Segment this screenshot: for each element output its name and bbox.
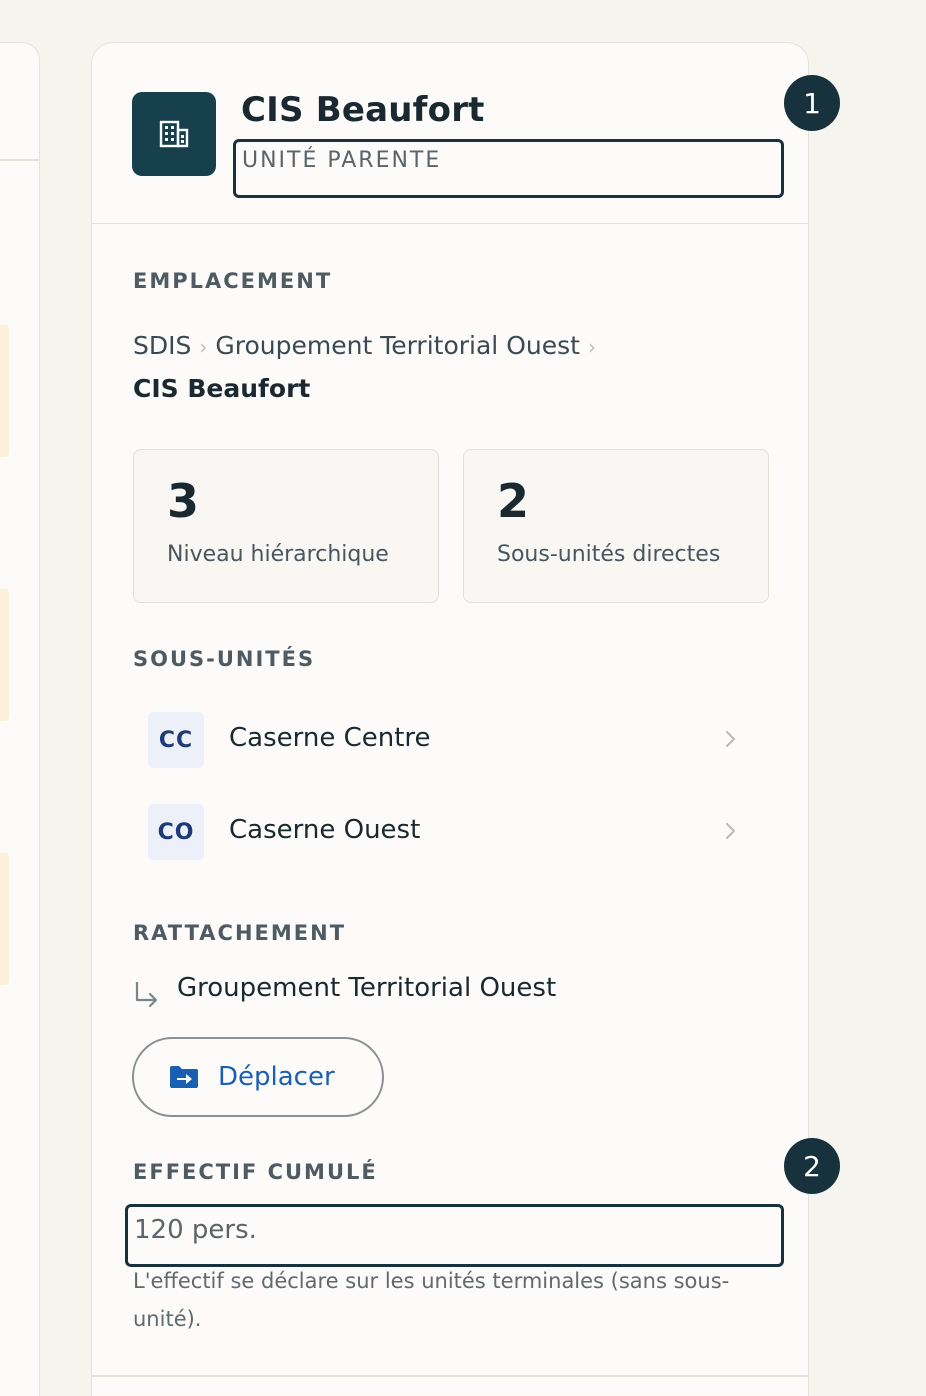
return-arrow-icon bbox=[135, 982, 158, 1008]
subunits-label: SOUS-UNITÉS bbox=[133, 647, 316, 671]
subunit-item-caserne-centre[interactable]: CC Caserne Centre bbox=[148, 712, 748, 768]
attachment-label: RATTACHEMENT bbox=[133, 921, 347, 945]
stat-hierarchy-level: 3 Niveau hiérarchique bbox=[133, 449, 439, 603]
chevron-right-icon: › bbox=[587, 335, 596, 359]
step-badge-2: 2 bbox=[784, 1138, 840, 1194]
step-badge-1: 1 bbox=[784, 75, 840, 131]
subunit-item-caserne-ouest[interactable]: CO Caserne Ouest bbox=[148, 804, 748, 860]
side-panel-marker bbox=[0, 325, 9, 457]
effectif-field[interactable]: 120 pers. bbox=[125, 1204, 784, 1267]
stat-label: Niveau hiérarchique bbox=[167, 542, 389, 567]
folder-move-icon bbox=[170, 1066, 198, 1088]
chevron-right-icon: › bbox=[199, 335, 208, 359]
breadcrumb-item[interactable]: Groupement Territorial Ouest bbox=[215, 331, 580, 360]
card-divider bbox=[92, 1375, 808, 1377]
location-label: EMPLACEMENT bbox=[133, 269, 333, 293]
building-icon bbox=[132, 92, 216, 176]
subunit-abbr: CC bbox=[148, 712, 204, 768]
subunit-name: Caserne Ouest bbox=[229, 815, 421, 845]
stat-direct-subunits: 2 Sous-unités directes bbox=[463, 449, 769, 603]
subunit-name: Caserne Centre bbox=[229, 723, 431, 753]
effectif-hint: L'effectif se déclare sur les unités ter… bbox=[133, 1269, 730, 1331]
unit-title: CIS Beaufort bbox=[241, 90, 485, 130]
side-panel bbox=[0, 42, 40, 1396]
breadcrumb-current: CIS Beaufort bbox=[133, 374, 311, 403]
subunit-abbr: CO bbox=[148, 804, 204, 860]
attachment-parent: Groupement Territorial Ouest bbox=[177, 973, 557, 1003]
stat-value: 2 bbox=[497, 474, 530, 528]
chevron-right-icon bbox=[725, 822, 736, 840]
stat-value: 3 bbox=[167, 474, 200, 528]
breadcrumb-item[interactable]: SDIS bbox=[133, 331, 191, 360]
parent-unit-field[interactable]: UNITÉ PARENTE bbox=[233, 139, 784, 198]
move-button-label: Déplacer bbox=[218, 1062, 335, 1092]
chevron-right-icon bbox=[725, 730, 736, 748]
side-panel-marker bbox=[0, 589, 9, 721]
move-button[interactable]: Déplacer bbox=[132, 1037, 384, 1117]
side-panel-divider bbox=[0, 159, 39, 161]
stat-label: Sous-unités directes bbox=[497, 542, 721, 567]
effectif-label: EFFECTIF CUMULÉ bbox=[133, 1160, 378, 1184]
unit-detail-card: CIS Beaufort UNITÉ PARENTE 1 EMPLACEMENT… bbox=[91, 42, 840, 1396]
side-panel-marker bbox=[0, 853, 9, 985]
breadcrumb: SDIS › Groupement Territorial Ouest › CIS B… bbox=[133, 321, 693, 414]
card-header: CIS Beaufort UNITÉ PARENTE bbox=[92, 43, 808, 224]
